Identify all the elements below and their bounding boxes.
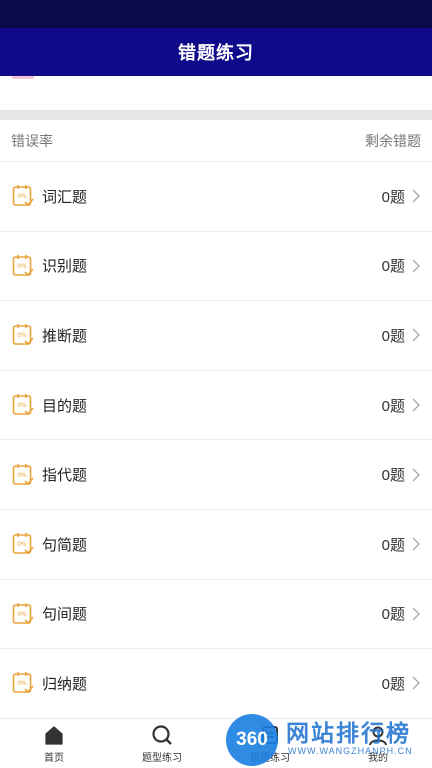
list-item-label: 识别题: [42, 258, 88, 276]
remaining-count: 0题: [381, 536, 405, 554]
svg-text:0%: 0%: [17, 193, 27, 200]
list-item-2[interactable]: 0% 推断题 0题: [0, 301, 432, 371]
chevron-right-icon: [412, 259, 420, 273]
error-rate-icon: 0%: [12, 533, 34, 555]
error-rate-icon: 0%: [12, 463, 34, 485]
tab-label: 我的: [368, 752, 388, 764]
error-rate-icon: 0%: [12, 254, 34, 277]
list-item-label: 句简题: [42, 536, 88, 554]
list-item-5[interactable]: 0% 句简题 0题: [0, 510, 432, 580]
question-type-list: 0% 词汇题 0题 0% 识别题 0题 0% 推断题 0题 0% 目的题 0题 …: [0, 162, 432, 719]
tab-mine[interactable]: 我的: [324, 719, 432, 768]
tab-home[interactable]: 首页: [0, 719, 108, 768]
app-header: 错题练习: [0, 28, 432, 76]
wrong-questions-icon: [262, 725, 278, 744]
svg-text:0%: 0%: [17, 402, 27, 409]
column-error-rate: 错误率: [11, 132, 53, 149]
column-remaining: 剩余错题: [365, 132, 421, 149]
remaining-count: 0题: [381, 327, 405, 345]
error-rate-icon: 0%: [12, 602, 34, 625]
user-icon: [369, 726, 387, 745]
remaining-count: 0题: [381, 606, 405, 624]
list-item-7[interactable]: 0% 归纳题 0题: [0, 649, 432, 719]
remaining-count: 0题: [381, 397, 405, 415]
svg-text:0%: 0%: [17, 611, 27, 618]
remaining-count: 0题: [381, 188, 405, 206]
list-item-3[interactable]: 0% 目的题 0题: [0, 371, 432, 441]
remaining-count: 0题: [381, 675, 405, 693]
error-rate-icon: 0%: [12, 672, 34, 694]
search-icon: [152, 724, 172, 745]
error-rate-icon: 0%: [12, 394, 34, 416]
page-title: 错题练习: [178, 43, 254, 63]
list-item-label: 推断题: [42, 327, 88, 345]
tab-label: 首页: [44, 752, 64, 764]
remaining-count: 0题: [381, 467, 405, 485]
list-item-label: 句间题: [42, 606, 88, 624]
list-item-1[interactable]: 0% 识别题 0题: [0, 232, 432, 302]
list-item-label: 指代题: [42, 467, 88, 485]
svg-text:0%: 0%: [17, 332, 27, 339]
bottom-tab-bar: 首页 题型练习 错题练习 我的: [0, 718, 432, 768]
status-bar: [0, 0, 432, 28]
list-item-label: 目的题: [42, 397, 88, 415]
chevron-right-icon: [412, 676, 420, 690]
card-edge: [12, 76, 34, 79]
tab-label: 题型练习: [142, 752, 182, 764]
chevron-right-icon: [412, 328, 420, 342]
chevron-right-icon: [412, 537, 420, 551]
list-column-header: 错误率 剩余错题: [0, 120, 432, 162]
tab-wrong-questions[interactable]: 错题练习: [216, 719, 324, 768]
error-rate-icon: 0%: [12, 185, 34, 207]
tab-question-types[interactable]: 题型练习: [108, 719, 216, 768]
list-item-label: 词汇题: [42, 188, 88, 206]
top-card-peek: [0, 76, 432, 110]
svg-text:0%: 0%: [17, 541, 27, 548]
list-item-0[interactable]: 0% 词汇题 0题: [0, 162, 432, 232]
section-divider: [0, 110, 432, 120]
svg-text:0%: 0%: [17, 263, 27, 270]
list-item-6[interactable]: 0% 句间题 0题: [0, 580, 432, 650]
svg-text:0%: 0%: [17, 680, 27, 687]
chevron-right-icon: [412, 607, 420, 621]
tab-label: 错题练习: [250, 752, 290, 764]
svg-text:0%: 0%: [17, 472, 27, 479]
chevron-right-icon: [412, 468, 420, 482]
remaining-count: 0题: [381, 258, 405, 276]
chevron-right-icon: [412, 398, 420, 412]
error-rate-icon: 0%: [12, 324, 34, 346]
list-item-label: 归纳题: [42, 675, 88, 693]
chevron-right-icon: [412, 189, 420, 203]
home-icon: [45, 725, 63, 745]
list-item-4[interactable]: 0% 指代题 0题: [0, 440, 432, 510]
